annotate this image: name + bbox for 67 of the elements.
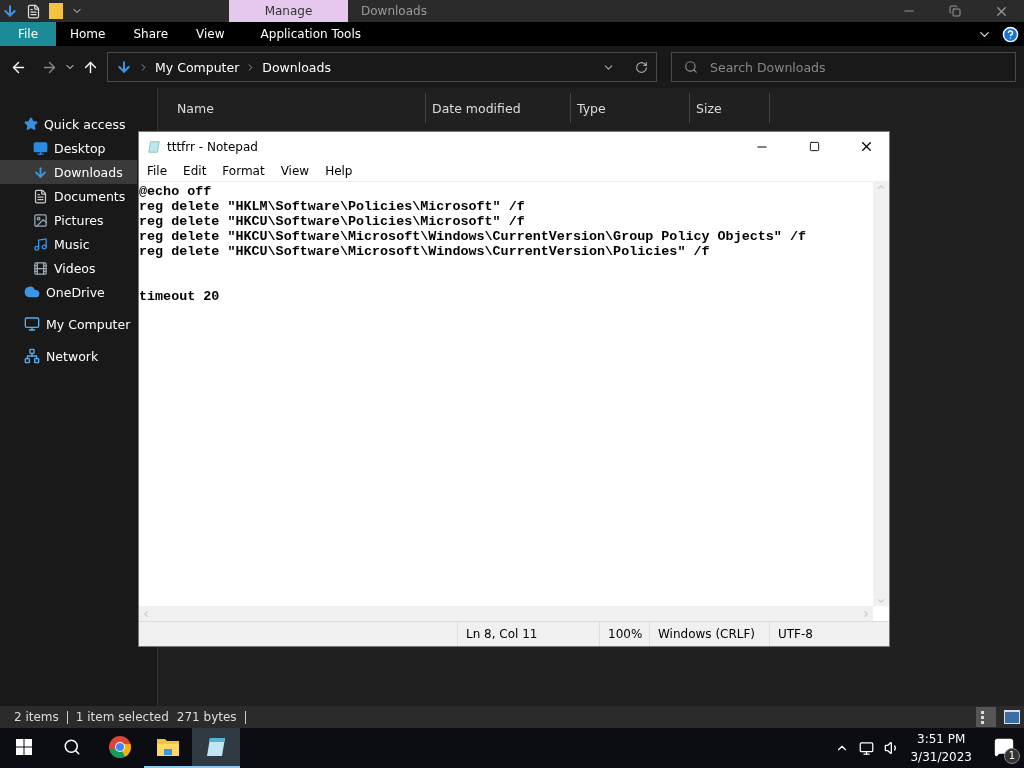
address-bar[interactable]: My Computer Downloads xyxy=(107,52,657,82)
windows-logo-icon[interactable] xyxy=(16,739,32,755)
star-icon xyxy=(24,117,38,131)
ribbon-tab[interactable]: Home xyxy=(56,22,120,46)
window-title: tttfrr - Notepad xyxy=(167,139,258,154)
download-icon xyxy=(116,59,132,75)
download-icon[interactable] xyxy=(2,3,18,19)
details-view-icon[interactable] xyxy=(976,707,996,727)
search-icon xyxy=(684,60,698,74)
menu-item[interactable]: Edit xyxy=(175,164,215,178)
network-icon xyxy=(24,348,40,364)
search-icon[interactable] xyxy=(63,738,81,756)
ribbon-tab[interactable]: Share xyxy=(119,22,183,46)
chrome-icon[interactable] xyxy=(108,735,132,759)
properties-icon[interactable] xyxy=(26,3,41,19)
nav-item[interactable]: Desktop xyxy=(0,136,137,160)
zoom-level: 100% xyxy=(599,622,649,646)
nav-item[interactable]: Network xyxy=(0,344,137,368)
encoding: UTF-8 xyxy=(769,622,889,646)
column-header[interactable]: Type xyxy=(571,93,690,123)
selection-info: 1 item selected xyxy=(75,710,169,724)
desktop-icon xyxy=(33,140,48,156)
maximize-icon[interactable] xyxy=(808,141,820,152)
nav-item[interactable]: Quick access xyxy=(0,112,137,136)
menu-item[interactable]: Help xyxy=(317,164,361,178)
folder-icon[interactable] xyxy=(156,736,180,758)
nav-item[interactable]: My Computer xyxy=(0,312,137,336)
column-header[interactable]: Name xyxy=(171,93,426,123)
notepad-icon[interactable] xyxy=(204,735,228,759)
restore-icon[interactable] xyxy=(949,5,961,17)
nav-item[interactable]: Pictures xyxy=(0,208,137,232)
download-icon xyxy=(33,164,48,180)
menu-item[interactable]: View xyxy=(272,164,318,178)
computer-icon xyxy=(24,316,40,332)
line-endings: Windows (CRLF) xyxy=(649,622,769,646)
text-editor[interactable]: @echo off reg delete "HKLM\Software\Policies\Microsoft" /f reg delete "HKCU\Software\Policies\Microsoft" /f reg delete "HKCU\Software\Microsoft\Windows\CurrentVersion\Group Policy Objects" /f reg delete "HKCU\Software\Microsoft\Windows\CurrentVersion\Policies" /f timeout 20 xyxy=(139,182,873,606)
notepad-icon xyxy=(147,139,161,154)
clock-date[interactable]: 3/31/2023 xyxy=(910,748,972,766)
search-field[interactable]: Search Downloads xyxy=(671,52,1016,82)
ribbon-tab[interactable]: View xyxy=(182,22,239,46)
videos-icon xyxy=(33,260,48,276)
breadcrumb[interactable]: My Computer xyxy=(155,59,240,75)
item-count: 2 items xyxy=(14,710,59,724)
context-tab[interactable]: Manage xyxy=(229,0,348,22)
selection-size: 271 bytes xyxy=(176,710,237,724)
pictures-icon xyxy=(33,212,48,228)
refresh-icon[interactable] xyxy=(635,60,648,74)
document-icon xyxy=(33,188,48,204)
menu-item[interactable]: Format xyxy=(214,164,273,178)
cursor-position: Ln 8, Col 11 xyxy=(457,622,599,646)
help-icon[interactable] xyxy=(1001,25,1019,43)
column-header[interactable]: Size xyxy=(690,93,770,123)
menu-item[interactable]: File xyxy=(139,164,176,178)
breadcrumb[interactable]: Downloads xyxy=(262,59,331,75)
nav-item[interactable]: Music xyxy=(0,232,137,256)
cloud-icon xyxy=(24,284,40,300)
window-title: Downloads xyxy=(360,3,428,20)
ribbon-tab[interactable]: Application Tools xyxy=(246,22,375,46)
nav-item[interactable]: Videos xyxy=(0,256,137,280)
nav-item[interactable]: Documents xyxy=(0,184,137,208)
nav-item[interactable]: OneDrive xyxy=(0,280,137,304)
clock-time[interactable]: 3:51 PM xyxy=(917,730,966,748)
network-status-icon[interactable] xyxy=(859,740,875,756)
nav-item[interactable]: Downloads xyxy=(0,160,137,184)
column-header[interactable]: Date modified xyxy=(426,93,571,123)
music-icon xyxy=(33,236,48,252)
thumbnail-view-icon[interactable] xyxy=(1004,710,1020,724)
